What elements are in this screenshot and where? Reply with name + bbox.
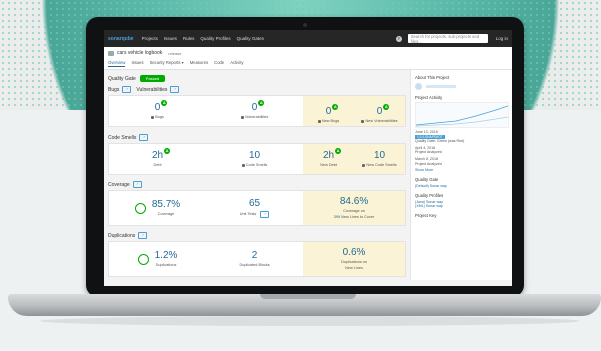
about-lines: [415, 83, 508, 90]
duplicated-blocks-cell[interactable]: 2 Duplicated Blocks: [206, 242, 303, 276]
nav-quality-gates[interactable]: Quality Gates: [237, 36, 264, 41]
coverage-new-code-area: 84.6% Coverage on 399 New Lines to Cover: [303, 191, 405, 225]
project-tabs: Overview Issues Security Reports ▾ Measu…: [108, 60, 508, 67]
coverage-history-icon[interactable]: ↗: [132, 181, 142, 188]
smell-icon: [241, 163, 245, 167]
event-item: March 8, 2018 Project Analyzed: [415, 156, 442, 166]
code-smells-row: 2h A Debt 10 Code Smells 2h A New Debt 10 …: [108, 143, 406, 175]
laptop-base: [8, 294, 601, 316]
bugs-row: 0A Bugs 0A Vulnerabilities New code: sin…: [108, 95, 406, 127]
new-maintainability-rating-badge: A: [335, 148, 342, 154]
help-icon[interactable]: ?: [395, 35, 402, 42]
vulnerabilities-rating-badge: A: [258, 100, 265, 106]
quality-gate-label: Quality Gate: [108, 75, 136, 82]
duplications-section-title: Duplications ↗: [108, 232, 406, 239]
camera-icon: [303, 23, 307, 27]
main-panel: Quality Gate Passed Bugs ↗ Vulnerabiliti…: [104, 70, 410, 280]
search-input[interactable]: Search for projects, sub-projects and fi…: [407, 33, 488, 44]
duplications-history-icon[interactable]: ↗: [138, 232, 148, 239]
bugs-section-title: Bugs ↗ Vulnerabilities ↗: [108, 86, 406, 93]
login-link[interactable]: Log in: [496, 36, 508, 41]
top-navbar: sonarqube Projects Issues Rules Quality …: [104, 30, 512, 47]
new-vulnerabilities-rating-badge: A: [383, 104, 390, 110]
laptop-notch: [260, 294, 356, 299]
size-bar: [426, 85, 456, 88]
bugs-cell[interactable]: 0A Bugs: [109, 96, 206, 126]
new-duplications-cell[interactable]: 0.6% Duplications on New Lines: [303, 242, 405, 276]
code-smells-history-icon[interactable]: ↗: [139, 134, 149, 141]
new-bugs-rating-badge: A: [332, 104, 339, 110]
quality-gate-status-badge: Passed: [139, 75, 166, 82]
nav-issues[interactable]: Issues: [164, 36, 177, 41]
activity-line-2: [415, 116, 509, 127]
nav-rules[interactable]: Rules: [183, 36, 195, 41]
duplications-new-code-area: 0.6% Duplications on New Lines: [303, 242, 405, 276]
quality-profiles-title: Quality Profiles: [415, 193, 444, 199]
project-folder-icon: [108, 50, 114, 56]
quality-profile-link[interactable]: (XML) Sonar way: [415, 204, 508, 208]
activity-line-1: [415, 105, 509, 126]
maintainability-rating-badge: A: [164, 148, 171, 154]
tab-activity[interactable]: Activity: [230, 60, 243, 67]
about-title: About This Project: [415, 75, 450, 80]
vulnerabilities-cell[interactable]: 0A Vulnerabilities: [206, 96, 303, 126]
coverage-cell[interactable]: 85.7% Coverage: [109, 191, 206, 225]
sidebar: About This Project Project Activity June…: [410, 70, 512, 280]
lock-icon: [361, 119, 365, 123]
new-code-smells-cell[interactable]: 10 New Code Smells: [354, 144, 405, 174]
coverage-donut-icon: [134, 202, 146, 214]
laptop-screen: sonarqube Projects Issues Rules Quality …: [104, 30, 512, 286]
project-header: cars vehicle logbook release Overview Is…: [104, 47, 512, 70]
new-coverage-cell[interactable]: 84.6% Coverage on 399 New Lines to Cover: [303, 191, 405, 225]
sonarqube-logo[interactable]: sonarqube: [108, 36, 134, 42]
debt-cell[interactable]: 2h A Debt: [109, 144, 206, 174]
tab-code[interactable]: Code: [214, 60, 224, 67]
quality-gate-title: Quality Gate: [415, 177, 439, 183]
branch-selector[interactable]: release: [168, 51, 181, 56]
bug-icon: [151, 115, 155, 119]
show-more-link[interactable]: Show More: [415, 168, 508, 172]
quality-gate-link[interactable]: (Default) Sonar way: [415, 184, 508, 188]
new-bugs-cell[interactable]: 0A New Bugs: [303, 96, 355, 126]
event-item: April 4, 2018 Project Analyzed: [415, 145, 442, 155]
tab-security-reports[interactable]: Security Reports ▾: [150, 60, 184, 67]
project-name[interactable]: cars vehicle logbook: [117, 50, 162, 56]
bug-icon: [317, 119, 321, 123]
tab-overview[interactable]: Overview: [108, 60, 126, 67]
bugs-new-code-area: New code: since previous version started…: [303, 96, 405, 126]
code-smells-section-title: Code Smells ↗: [108, 134, 406, 141]
smell-icon: [362, 163, 366, 167]
duplications-donut-icon: [137, 253, 149, 265]
lock-icon: [240, 115, 244, 119]
new-vulnerabilities-cell[interactable]: 0A New Vulnerabilities: [354, 96, 405, 126]
tab-measures[interactable]: Measures: [190, 60, 208, 67]
event-item: June 13, 2018 1.0.0-SNAPSHOT Quality Gat…: [415, 130, 465, 144]
code-smells-new-code-area: 2h A New Debt 10 New Code Smells: [303, 144, 405, 174]
content-area: Quality Gate Passed Bugs ↗ Vulnerabiliti…: [104, 70, 512, 280]
bugs-history-icon[interactable]: ↗: [122, 86, 132, 93]
duplications-cell[interactable]: 1.2% Duplications: [109, 242, 206, 276]
tab-issues[interactable]: Issues: [131, 60, 143, 67]
new-debt-cell[interactable]: 2h A New Debt: [303, 144, 355, 174]
coverage-section-title: Coverage ↗: [108, 181, 406, 188]
nav-quality-profiles[interactable]: Quality Profiles: [200, 36, 230, 41]
language-icon: [415, 83, 422, 90]
unit-tests-cell[interactable]: 65 Unit Tests ↗: [206, 191, 303, 225]
nav-projects[interactable]: Projects: [142, 36, 158, 41]
project-key-title: Project Key: [415, 213, 437, 219]
laptop-shadow: [40, 316, 580, 326]
code-smells-cell[interactable]: 10 Code Smells: [206, 144, 303, 174]
search-placeholder: Search for projects, sub-projects and fi…: [410, 33, 480, 44]
coverage-row: 85.7% Coverage 65 Unit Tests ↗ 84.6% Cov…: [108, 190, 406, 226]
duplications-row: 1.2% Duplications 2 Duplicated Blocks 0.…: [108, 241, 406, 277]
bugs-rating-badge: A: [161, 100, 168, 106]
quality-gate-row: Quality Gate Passed: [108, 75, 406, 82]
activity-title: Project Activity: [415, 95, 443, 100]
tests-icon: ↗: [260, 210, 270, 218]
vulnerabilities-history-icon[interactable]: ↗: [170, 86, 180, 93]
activity-chart[interactable]: [415, 102, 509, 128]
